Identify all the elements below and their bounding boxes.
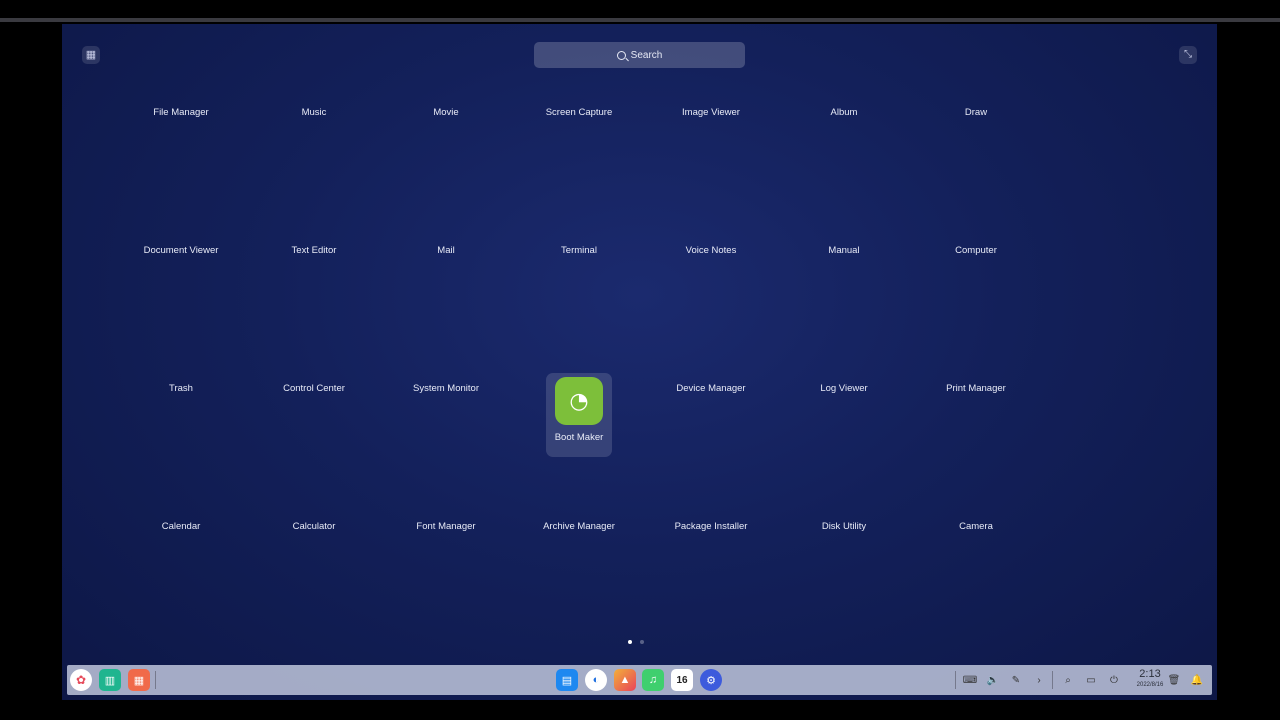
app-label: Camera (959, 521, 993, 532)
expand-arrow-icon[interactable]: › (1031, 672, 1047, 688)
app-album[interactable]: ▲Album (784, 24, 904, 118)
launcher-fullscreen: ▦ Search ⤡ ⌂File Manager♫Music▶Movie◉Scr… (62, 24, 1217, 700)
clock-date: 2022/8/16 (1136, 682, 1164, 688)
app-trash[interactable]: ♻Trash (121, 300, 241, 394)
screen-icon[interactable]: ▭ (1083, 672, 1099, 688)
app-label: Manual (828, 245, 860, 256)
app-label: Trash (169, 383, 193, 394)
pen-icon[interactable]: ✎ (1008, 672, 1024, 688)
clock-time: 2:13 (1139, 668, 1161, 680)
calendar-icon[interactable]: 16 (671, 669, 693, 691)
app-label: Computer (955, 245, 997, 256)
volume-icon[interactable]: 🔈 (985, 672, 1001, 688)
app-manual[interactable]: ♜Manual (784, 162, 904, 256)
search-icon[interactable]: ⌕ (1060, 672, 1076, 688)
app-terminal[interactable]: >_Terminal (519, 162, 639, 256)
notification-icon[interactable]: 🔔 (1189, 672, 1205, 688)
app-archive-manager[interactable]: ▥Archive Manager (519, 438, 639, 532)
app-label: Music (301, 107, 327, 118)
app-file-manager[interactable]: ⌂File Manager (121, 24, 241, 118)
app-label: Image Viewer (682, 107, 740, 118)
workspace-icon[interactable]: ▦ (128, 669, 150, 691)
app-text-editor[interactable]: ❞Text Editor (254, 162, 374, 256)
app-document-viewer[interactable]: ▮Document Viewer (121, 162, 241, 256)
app-label: Movie (433, 107, 459, 118)
app-voice-notes[interactable]: ●Voice Notes (651, 162, 771, 256)
app-label: Calculator (292, 521, 336, 532)
app-label: Album (830, 107, 858, 118)
app-label: File Manager (153, 107, 209, 118)
app-label: Document Viewer (143, 245, 219, 256)
app-camera[interactable]: ◉Camera (916, 438, 1036, 532)
app-calendar[interactable]: AUG16TUESCalendar (121, 438, 241, 532)
app-label: Package Installer (674, 521, 748, 532)
app-label: Text Editor (291, 245, 337, 256)
page-dot-2[interactable] (640, 640, 644, 644)
app-calculator[interactable]: ±Calculator (254, 438, 374, 532)
multitask-view-icon[interactable]: ▥ (99, 669, 121, 691)
app-label: Print Manager (946, 383, 1006, 394)
clock[interactable]: 2:13 2022/8/16 (1132, 668, 1168, 689)
app-print-manager[interactable]: ▤Print Manager (916, 300, 1036, 394)
app-movie[interactable]: ▶Movie (386, 24, 506, 118)
app-system-monitor[interactable]: ∿System Monitor (386, 300, 506, 394)
app-font-manager[interactable]: FFont Manager (386, 438, 506, 532)
boot-maker-icon: ◔ (555, 377, 603, 425)
app-draw[interactable]: ✎Draw (916, 24, 1036, 118)
app-package-installer[interactable]: ⬇Package Installer (651, 438, 771, 532)
app-label: Device Manager (676, 383, 746, 394)
tray-separator (955, 671, 956, 689)
app-label: Calendar (161, 521, 201, 532)
app-label: Screen Capture (545, 107, 613, 118)
app-mail[interactable]: ✈Mail (386, 162, 506, 256)
dock: ✿ ▥ ▦ ▤ ◐ ▲ ♫ 16 ⚙ ⌨ 🔈 ✎ › ⌕ ▭ ⏻ 2:13 20… (67, 665, 1212, 695)
app-label: Voice Notes (685, 245, 737, 256)
app-grid: ⌂File Manager♫Music▶Movie◉Screen Capture… (62, 24, 1217, 700)
control-center-icon[interactable]: ⚙ (700, 669, 722, 691)
file-manager-icon[interactable]: ▤ (556, 669, 578, 691)
power-icon[interactable]: ⏻ (1106, 672, 1122, 688)
app-control-center[interactable]: ⚙Control Center (254, 300, 374, 394)
app-label: Disk Utility (821, 521, 867, 532)
app-label: Archive Manager (543, 521, 615, 532)
app-label: Font Manager (416, 521, 476, 532)
window-top-border (0, 18, 1280, 22)
music-icon[interactable]: ♫ (642, 669, 664, 691)
dock-separator (155, 671, 156, 689)
app-screen-capture[interactable]: ◉Screen Capture (519, 24, 639, 118)
screen: ▦ Search ⤡ ⌂File Manager♫Music▶Movie◉Scr… (0, 0, 1280, 720)
app-label: Draw (964, 107, 988, 118)
keyboard-icon[interactable]: ⌨ (962, 672, 978, 688)
app-label: Control Center (283, 383, 345, 394)
app-image-viewer[interactable]: ▨Image Viewer (651, 24, 771, 118)
app-computer[interactable]: ▭Computer (916, 162, 1036, 256)
page-dot-1[interactable] (628, 640, 632, 644)
page-indicator (628, 640, 644, 644)
tray-separator (1052, 671, 1053, 689)
trash-icon[interactable]: 🗑 (1166, 672, 1182, 688)
album-icon[interactable]: ▲ (614, 669, 636, 691)
launcher-icon[interactable]: ✿ (70, 669, 92, 691)
app-label: Log Viewer (820, 383, 868, 394)
browser-icon[interactable]: ◐ (585, 669, 607, 691)
app-log-viewer[interactable]: ◷Log Viewer (784, 300, 904, 394)
app-music[interactable]: ♫Music (254, 24, 374, 118)
app-label: System Monitor (413, 383, 479, 394)
app-disk-utility[interactable]: ◎Disk Utility (784, 438, 904, 532)
app-label: Terminal (561, 245, 597, 256)
app-label: Mail (437, 245, 455, 256)
dock-calendar-day: 16 (676, 674, 688, 686)
app-device-manager[interactable]: iDevice Manager (651, 300, 771, 394)
